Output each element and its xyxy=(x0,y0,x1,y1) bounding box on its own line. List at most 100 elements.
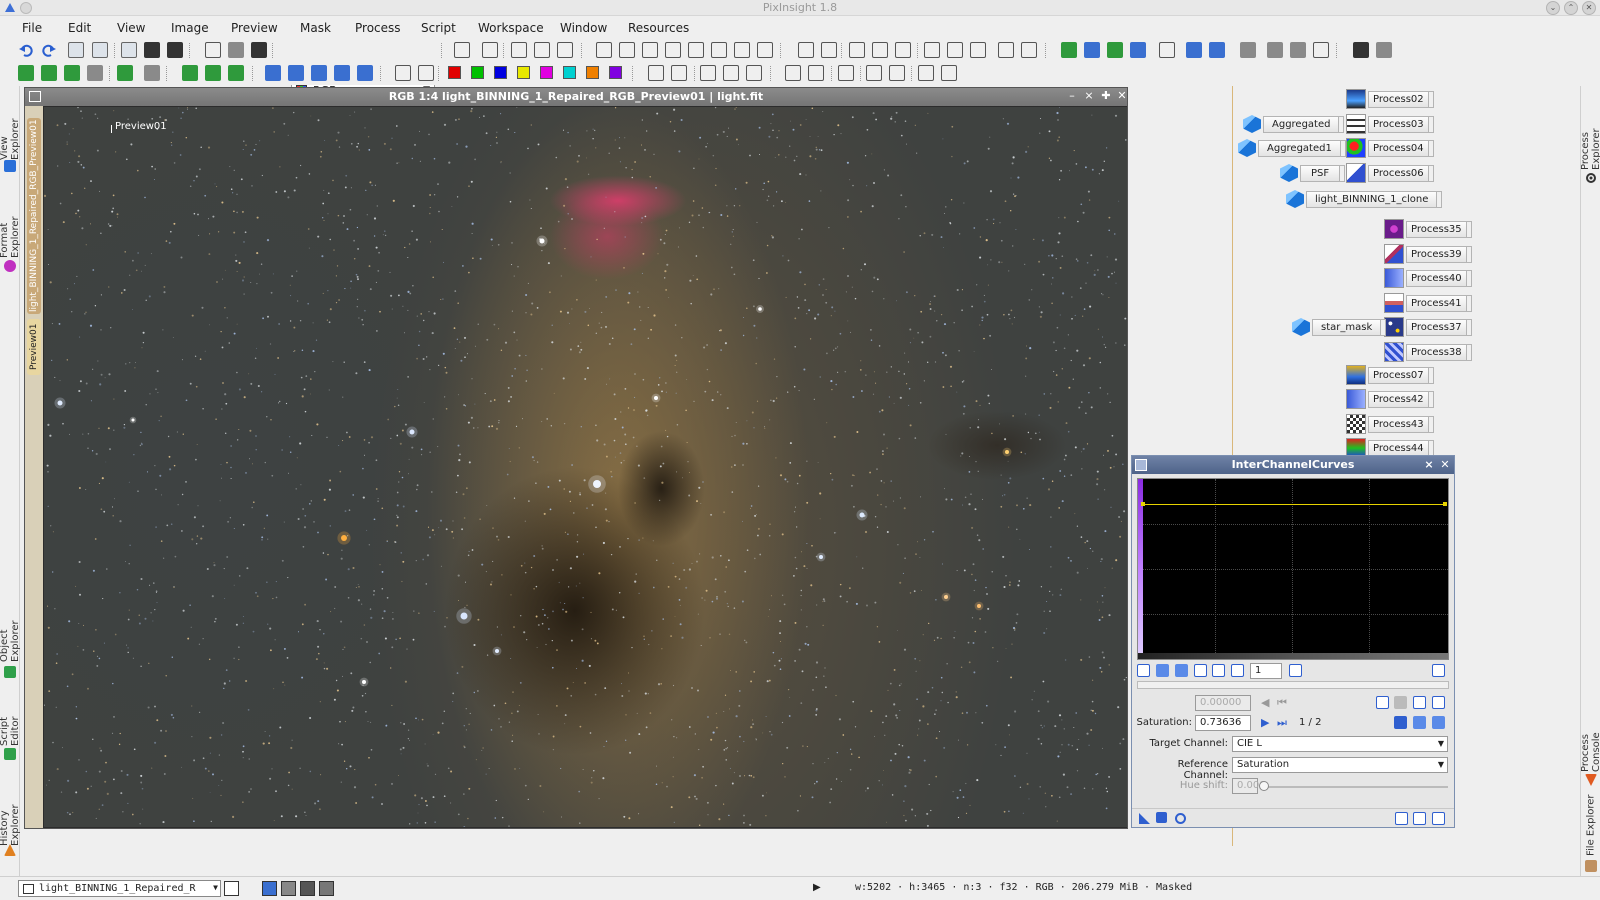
tab-process-explorer[interactable]: Process Explorer xyxy=(1580,94,1600,170)
channel-orange-swatch[interactable] xyxy=(586,66,599,79)
image-icon-psf[interactable]: PSF xyxy=(1280,162,1346,184)
process-add-icon[interactable] xyxy=(1107,42,1123,58)
menu-resources[interactable]: Resources xyxy=(628,21,689,35)
menu-process[interactable]: Process xyxy=(355,21,401,35)
play-icon[interactable]: ▶ xyxy=(813,882,821,893)
menu-script[interactable]: Script xyxy=(421,21,456,35)
interpolation-linear-icon[interactable] xyxy=(1413,696,1426,709)
new-instance-icon[interactable] xyxy=(1138,812,1151,825)
channel-b-icon[interactable] xyxy=(1413,716,1426,729)
stf-icon[interactable] xyxy=(205,42,221,58)
tab-process-console[interactable]: Process Console xyxy=(1580,696,1600,772)
shade-icon[interactable]: ⨯ xyxy=(1082,89,1096,103)
process-icon-process42[interactable]: Process42 xyxy=(1346,388,1434,410)
script-run-icon[interactable] xyxy=(1084,42,1100,58)
flip-horizontal-icon[interactable] xyxy=(334,65,350,81)
fit-window-icon[interactable] xyxy=(924,42,940,58)
history-clear-icon[interactable] xyxy=(1313,42,1329,58)
close-icon[interactable]: ✕ xyxy=(1438,458,1452,472)
history-icon[interactable] xyxy=(1240,42,1256,58)
process-icon-process40[interactable]: Process40 xyxy=(1384,267,1472,289)
tab-preview01[interactable]: Preview01 xyxy=(27,319,41,375)
stf-reset-icon[interactable] xyxy=(746,65,762,81)
menu-workspace[interactable]: Workspace xyxy=(478,21,544,35)
tab-view-explorer[interactable]: View Explorer xyxy=(0,94,21,160)
image-icon-aggregated[interactable]: Aggregated xyxy=(1243,113,1345,135)
curve-point[interactable] xyxy=(1443,502,1447,506)
reset-icon[interactable] xyxy=(1432,812,1445,825)
pan-mode-icon[interactable] xyxy=(665,42,681,58)
tab-format-explorer[interactable]: Format Explorer xyxy=(0,178,21,258)
stf-link-icon[interactable] xyxy=(723,65,739,81)
window-tile-icon[interactable] xyxy=(511,42,527,58)
point-index-spinner[interactable]: 1 xyxy=(1250,663,1282,679)
channel-a-icon[interactable] xyxy=(1394,716,1407,729)
rotate-180-icon[interactable] xyxy=(311,65,327,81)
process-icon-process41[interactable]: Process41 xyxy=(1384,292,1472,314)
browse-docs-icon[interactable] xyxy=(1413,812,1426,825)
tab-main-view[interactable]: light_BINNING_1_Repaired_RGB_Preview01 xyxy=(27,118,41,314)
normal-display-icon[interactable] xyxy=(262,881,277,896)
minimize-icon[interactable]: – xyxy=(1065,89,1079,103)
mask-settings-icon[interactable] xyxy=(87,65,103,81)
curve-point[interactable] xyxy=(1141,502,1145,506)
zoom-1-2-icon[interactable] xyxy=(895,42,911,58)
dark-display-icon[interactable] xyxy=(300,881,315,896)
interpolation-akima-icon[interactable] xyxy=(1376,696,1389,709)
grey-background-icon[interactable] xyxy=(1376,42,1392,58)
console-icon[interactable] xyxy=(1585,774,1597,786)
tab-history-explorer[interactable]: History Explorer xyxy=(0,766,21,846)
first-point-icon[interactable]: ⏮ xyxy=(1277,696,1287,710)
process-icon-process07[interactable]: Process07 xyxy=(1346,364,1434,386)
channel-violet-swatch[interactable] xyxy=(609,66,622,79)
mask-hide-icon[interactable] xyxy=(64,65,80,81)
image-window-titlebar[interactable]: RGB 1:4 light_BINNING_1_Repaired_RGB_Pre… xyxy=(25,88,1127,106)
close-window-button[interactable]: ✕ xyxy=(1582,1,1596,15)
duplicate-view-icon[interactable] xyxy=(482,42,498,58)
hue-shift-slider-knob[interactable] xyxy=(1259,781,1269,791)
clone-view-icon[interactable] xyxy=(454,42,470,58)
hue-shift-slider[interactable] xyxy=(1262,786,1448,788)
preview-new-icon[interactable] xyxy=(648,65,664,81)
window-cascade-icon[interactable] xyxy=(534,42,550,58)
edit-point-icon[interactable] xyxy=(1137,664,1150,677)
image-canvas[interactable]: Preview01 xyxy=(44,107,1127,827)
zoom-to-fit-icon[interactable] xyxy=(947,42,963,58)
minimize-window-button[interactable]: ⌄ xyxy=(1546,1,1560,15)
apply-global-icon[interactable] xyxy=(1174,812,1187,825)
reset-zoom-icon[interactable] xyxy=(1289,664,1302,677)
channel-red-swatch[interactable] xyxy=(448,66,461,79)
channel-yellow-swatch[interactable] xyxy=(517,66,530,79)
hue-input[interactable]: 0.00000 xyxy=(1195,695,1251,711)
redo-preview-icon[interactable] xyxy=(92,42,108,58)
rotate-right-icon[interactable] xyxy=(288,65,304,81)
zoom-icon[interactable] xyxy=(1194,664,1207,677)
window-settings-icon[interactable] xyxy=(941,65,957,81)
pan-icon[interactable] xyxy=(1231,664,1244,677)
channel-blue-swatch[interactable] xyxy=(494,66,507,79)
vertical-split-icon[interactable] xyxy=(1021,42,1037,58)
fit-view-icon[interactable] xyxy=(642,42,658,58)
move-mode-icon[interactable] xyxy=(688,42,704,58)
object-explorer-icon[interactable] xyxy=(4,666,16,678)
mask-select-icon[interactable] xyxy=(117,65,133,81)
process-icon[interactable] xyxy=(1135,459,1147,471)
process-icon-process02[interactable]: Process02 xyxy=(1346,88,1434,110)
rotate-left-icon[interactable] xyxy=(265,65,281,81)
script-editor-icon[interactable] xyxy=(4,748,16,760)
close-icon[interactable]: ✕ xyxy=(1115,89,1129,103)
view-selector[interactable]: light_BINNING_1_Repaired_R ▼ xyxy=(18,880,221,897)
grey-display-icon[interactable] xyxy=(281,881,296,896)
window-iconize-icon[interactable] xyxy=(557,42,573,58)
tab-script-editor[interactable]: Script Editor xyxy=(0,686,21,746)
format-explorer-icon[interactable] xyxy=(4,260,16,272)
interpolation-cubic-icon[interactable] xyxy=(1394,696,1407,709)
maximize-window-button[interactable]: ⌃ xyxy=(1564,1,1578,15)
process-icon-process03[interactable]: Process03 xyxy=(1346,113,1434,135)
channel-cyan-swatch[interactable] xyxy=(563,66,576,79)
image-icon-star-mask[interactable]: star_mask xyxy=(1292,316,1387,338)
horizontal-split-icon[interactable] xyxy=(998,42,1014,58)
saturation-input[interactable]: 0.73636 xyxy=(1195,715,1251,731)
shade-icon[interactable]: ⨯ xyxy=(1422,458,1436,472)
target-channel-select[interactable]: CIE L ▼ xyxy=(1232,736,1448,752)
